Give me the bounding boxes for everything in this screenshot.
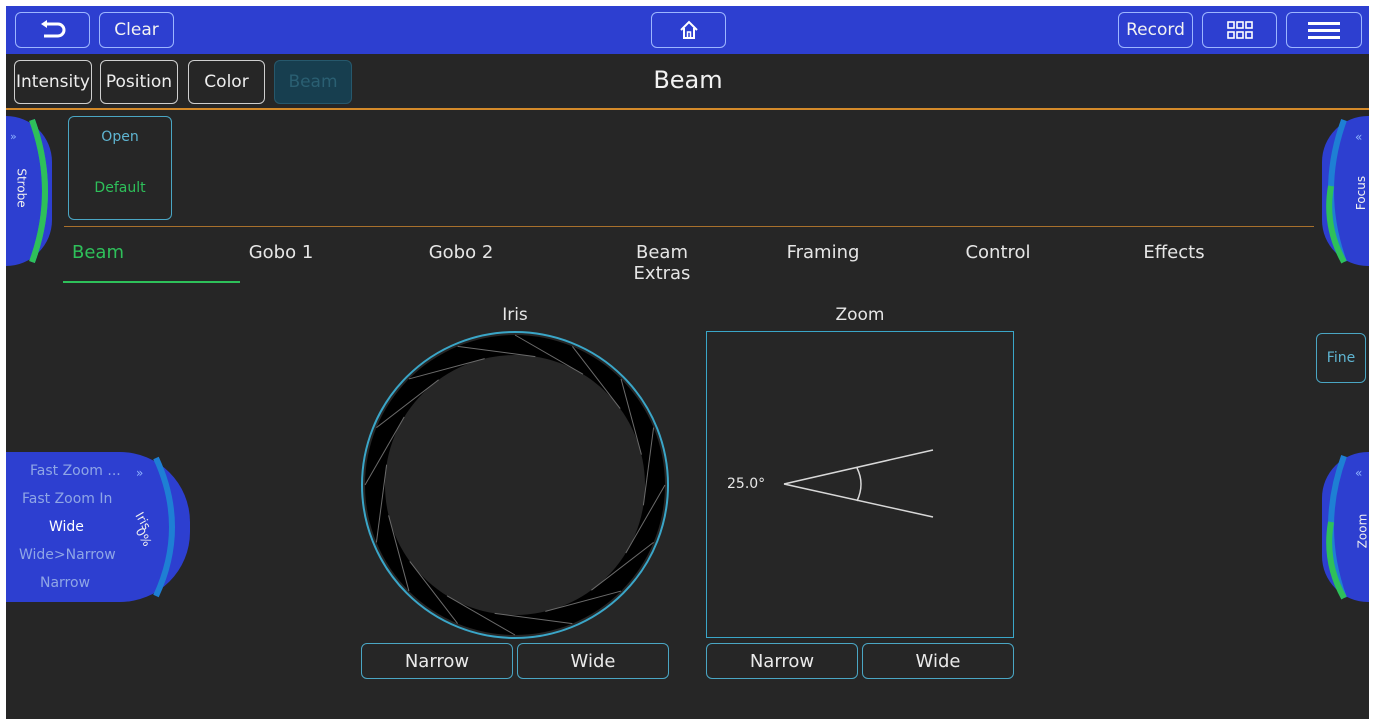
- divider: [6, 108, 1369, 110]
- zoom-wheel[interactable]: « Zoom: [1322, 452, 1369, 602]
- wheel-list-item[interactable]: Wide>Narrow: [19, 547, 116, 563]
- focus-wheel[interactable]: « Focus: [1322, 116, 1369, 266]
- chevron-right-icon: »: [136, 466, 144, 480]
- undo-arrow-icon: [40, 20, 65, 38]
- focus-label: Focus: [1354, 175, 1369, 211]
- zoom-wide-button[interactable]: Wide: [862, 643, 1014, 679]
- wheel-list-item[interactable]: Fast Zoom ...: [30, 463, 121, 479]
- grid-icon: [1226, 21, 1253, 39]
- tab-control[interactable]: Control: [962, 242, 1034, 263]
- home-icon: [679, 20, 698, 39]
- tab-gobo-2[interactable]: Gobo 2: [426, 242, 496, 263]
- wheel-list-item[interactable]: Fast Zoom In: [22, 491, 112, 507]
- menu-button[interactable]: [1286, 12, 1362, 48]
- back-button[interactable]: [15, 12, 90, 48]
- hamburger-menu-icon: [1308, 22, 1340, 39]
- position-button[interactable]: Position: [100, 60, 178, 104]
- zoom-graphic[interactable]: 25.0°: [706, 331, 1014, 638]
- zoom-wheel-label: Zoom: [1355, 513, 1369, 549]
- clear-button[interactable]: Clear: [99, 12, 174, 48]
- zoom-title: Zoom: [835, 305, 885, 325]
- beam-attribute-button[interactable]: Beam: [274, 60, 352, 104]
- tab-beam[interactable]: Beam: [68, 242, 128, 263]
- app-window: Clear Record Intensity Position Color Be…: [6, 6, 1369, 719]
- preset-tile[interactable]: Open Default: [68, 116, 172, 220]
- zoom-angle-value: 25.0°: [727, 476, 766, 492]
- chevron-left-icon: «: [1355, 130, 1363, 144]
- strobe-wheel[interactable]: » Strobe: [6, 116, 52, 266]
- color-button[interactable]: Color: [188, 60, 265, 104]
- fine-button[interactable]: Fine: [1316, 333, 1366, 383]
- tab-gobo-1[interactable]: Gobo 1: [246, 242, 316, 263]
- iris-wheel[interactable]: » Iris 0% Fast Zoom ... Fast Zoom In Wid…: [6, 452, 190, 602]
- home-button[interactable]: [651, 12, 726, 48]
- preset-name: Open: [101, 129, 139, 145]
- intensity-button[interactable]: Intensity: [14, 60, 92, 104]
- page-title: Beam: [653, 66, 723, 94]
- record-button[interactable]: Record: [1118, 12, 1193, 48]
- preset-category: Default: [94, 180, 146, 196]
- wheel-list-item[interactable]: Narrow: [40, 575, 90, 591]
- strobe-label: Strobe: [14, 168, 29, 208]
- iris-narrow-button[interactable]: Narrow: [361, 643, 513, 679]
- chevron-right-icon: »: [10, 130, 17, 143]
- iris-title: Iris: [502, 305, 528, 325]
- tab-framing[interactable]: Framing: [784, 242, 862, 263]
- iris-wide-button[interactable]: Wide: [517, 643, 669, 679]
- divider: [64, 226, 1314, 227]
- tab-effects[interactable]: Effects: [1140, 242, 1208, 263]
- iris-graphic[interactable]: [359, 329, 671, 641]
- top-bar: Clear Record: [6, 6, 1369, 54]
- zoom-narrow-button[interactable]: Narrow: [706, 643, 858, 679]
- tab-beam-extras[interactable]: Beam Extras: [606, 242, 718, 284]
- active-tab-indicator: [63, 281, 240, 283]
- wheel-list-item-selected[interactable]: Wide: [49, 519, 84, 535]
- grid-view-button[interactable]: [1202, 12, 1277, 48]
- chevron-left-icon: «: [1355, 466, 1363, 480]
